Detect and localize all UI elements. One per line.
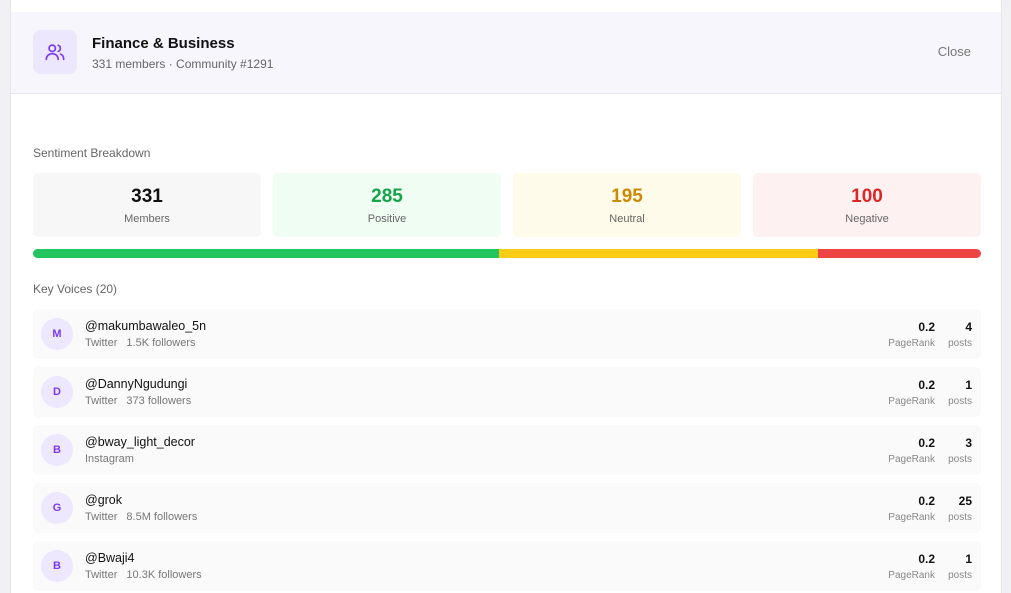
voice-handle[interactable]: @bway_light_decor [85, 435, 195, 449]
pagerank-label: PageRank [888, 454, 935, 465]
pagerank-metric: 0.2 PageRank [888, 378, 935, 407]
stat-card-members: 331 Members [33, 173, 261, 237]
pagerank-value: 0.2 [918, 552, 935, 566]
voice-handle[interactable]: @Bwaji4 [85, 551, 135, 565]
posts-value: 1 [965, 552, 972, 566]
voice-meta: Twitter 1.5K followers [85, 337, 196, 349]
voice-handle[interactable]: @DannyNgudungi [85, 377, 187, 391]
stat-value-positive: 285 [371, 185, 403, 207]
community-title: Finance & Business [92, 35, 235, 52]
community-modal: Finance & Business 331 members · Communi… [10, 0, 1002, 593]
key-voices-label: Key Voices (20) [33, 282, 118, 296]
pagerank-value: 0.2 [918, 378, 935, 392]
sentiment-section-label: Sentiment Breakdown [33, 146, 151, 160]
voice-row[interactable]: B @Bwaji4 Twitter 10.3K followers 0.2 PageRan… [33, 541, 981, 591]
avatar: B [41, 434, 73, 466]
posts-value: 25 [958, 494, 972, 508]
stat-value-negative: 100 [851, 185, 883, 207]
pagerank-metric: 0.2 PageRank [888, 320, 935, 349]
posts-metric: 1 posts [948, 552, 972, 581]
posts-value: 3 [965, 436, 972, 450]
stat-label-members: Members [124, 212, 170, 225]
stat-card-positive: 285 Positive [273, 173, 501, 237]
posts-label: posts [948, 512, 972, 523]
community-subtitle: 331 members · Community #1291 [92, 57, 274, 71]
voice-platform: Twitter [85, 395, 118, 407]
sentiment-bar-neutral [499, 249, 818, 258]
posts-value: 1 [965, 378, 972, 392]
posts-label: posts [948, 454, 972, 465]
voice-row[interactable]: D @DannyNgudungi Twitter 373 followers 0.2 Pa… [33, 367, 981, 417]
pagerank-label: PageRank [888, 338, 935, 349]
pagerank-metric: 0.2 PageRank [888, 552, 935, 581]
voice-handle[interactable]: @grok [85, 493, 122, 507]
voice-platform: Twitter [85, 337, 118, 349]
voice-meta: Twitter 373 followers [85, 395, 191, 407]
sentiment-stats: 331 Members 285 Positive 195 Neutral 100 Negati… [33, 173, 981, 237]
close-button[interactable]: Close [938, 44, 971, 59]
posts-metric: 3 posts [948, 436, 972, 465]
stat-card-negative: 100 Negative [753, 173, 981, 237]
pagerank-label: PageRank [888, 512, 935, 523]
posts-metric: 4 posts [948, 320, 972, 349]
avatar: D [41, 376, 73, 408]
users-icon [33, 30, 77, 74]
pagerank-label: PageRank [888, 570, 935, 581]
stat-label-positive: Positive [367, 212, 407, 225]
voice-platform: Twitter [85, 511, 118, 523]
voice-meta: Instagram [85, 453, 134, 465]
avatar: G [41, 492, 73, 524]
posts-metric: 1 posts [948, 378, 972, 407]
pagerank-value: 0.2 [918, 494, 935, 508]
voice-handle[interactable]: @makumbawaleo_5n [85, 319, 206, 333]
sentiment-bar [33, 249, 981, 258]
voice-platform: Instagram [85, 453, 134, 465]
avatar: M [41, 318, 73, 350]
stat-value-members: 331 [131, 185, 163, 207]
voice-row[interactable]: M @makumbawaleo_5n Twitter 1.5K followers 0.… [33, 309, 981, 359]
sentiment-bar-positive [33, 249, 500, 258]
voice-row[interactable]: B @bway_light_decor Instagram 0.2 PageRank 3 p… [33, 425, 981, 475]
posts-label: posts [948, 338, 972, 349]
voice-followers: 10.3K followers [126, 569, 202, 581]
sentiment-bar-negative [817, 249, 981, 258]
pagerank-value: 0.2 [918, 320, 935, 334]
voice-followers: 8.5M followers [126, 511, 198, 523]
posts-label: posts [948, 396, 972, 407]
voice-row[interactable]: G @grok Twitter 8.5M followers 0.2 PageRank 25… [33, 483, 981, 533]
voice-meta: Twitter 10.3K followers [85, 569, 202, 581]
voice-meta: Twitter 8.5M followers [85, 511, 197, 523]
stat-value-neutral: 195 [611, 185, 643, 207]
posts-label: posts [948, 570, 972, 581]
voice-followers: 373 followers [126, 395, 192, 407]
posts-value: 4 [965, 320, 972, 334]
voice-followers: 1.5K followers [126, 337, 196, 349]
pagerank-metric: 0.2 PageRank [888, 494, 935, 523]
modal-header: Finance & Business 331 members · Communi… [11, 12, 1001, 94]
key-voices-list: M @makumbawaleo_5n Twitter 1.5K followers 0.… [33, 309, 981, 593]
pagerank-label: PageRank [888, 396, 935, 407]
voice-platform: Twitter [85, 569, 118, 581]
pagerank-metric: 0.2 PageRank [888, 436, 935, 465]
avatar: B [41, 550, 73, 582]
stat-card-neutral: 195 Neutral [513, 173, 741, 237]
stat-label-negative: Negative [845, 212, 889, 225]
pagerank-value: 0.2 [918, 436, 935, 450]
stat-label-neutral: Neutral [609, 212, 645, 225]
posts-metric: 25 posts [948, 494, 972, 523]
